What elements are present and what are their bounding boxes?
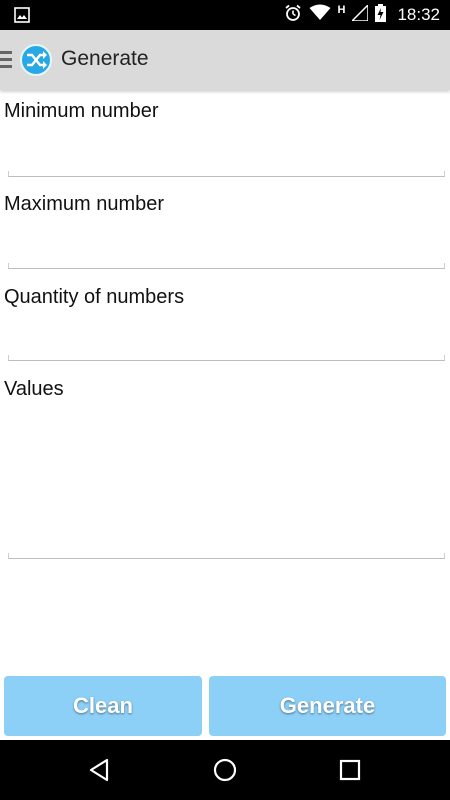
signal-icon [350,2,370,26]
minimum-number-input[interactable] [8,140,445,170]
generate-button[interactable]: Generate [209,676,446,736]
navigation-bar [0,740,450,800]
maximum-number-label: Maximum number [4,193,165,215]
values-label: Values [4,378,64,400]
page-title: Generate [61,47,149,70]
maximum-number-underline [8,263,445,269]
alarm-icon [284,4,302,27]
minimum-number-label: Minimum number [4,100,159,122]
back-icon[interactable] [85,755,115,785]
quantity-input[interactable] [8,325,445,355]
battery-charging-icon [375,3,387,27]
home-icon[interactable] [210,755,240,785]
shuffle-icon[interactable] [20,44,52,76]
action-bar: Generate [0,30,450,90]
maximum-number-input[interactable] [8,233,445,263]
drawer-icon[interactable] [0,51,12,69]
values-textarea[interactable] [8,412,445,552]
status-bar: H 18:32 [0,0,450,30]
network-type-label: H [337,4,346,16]
values-underline [8,553,445,559]
quantity-label: Quantity of numbers [4,286,185,308]
recents-icon[interactable] [335,755,365,785]
clean-button[interactable]: Clean [4,676,202,736]
quantity-underline [8,355,445,361]
image-notification-icon [14,7,30,28]
wifi-icon [309,4,331,26]
status-time: 18:32 [397,5,440,24]
minimum-number-underline [8,171,445,177]
